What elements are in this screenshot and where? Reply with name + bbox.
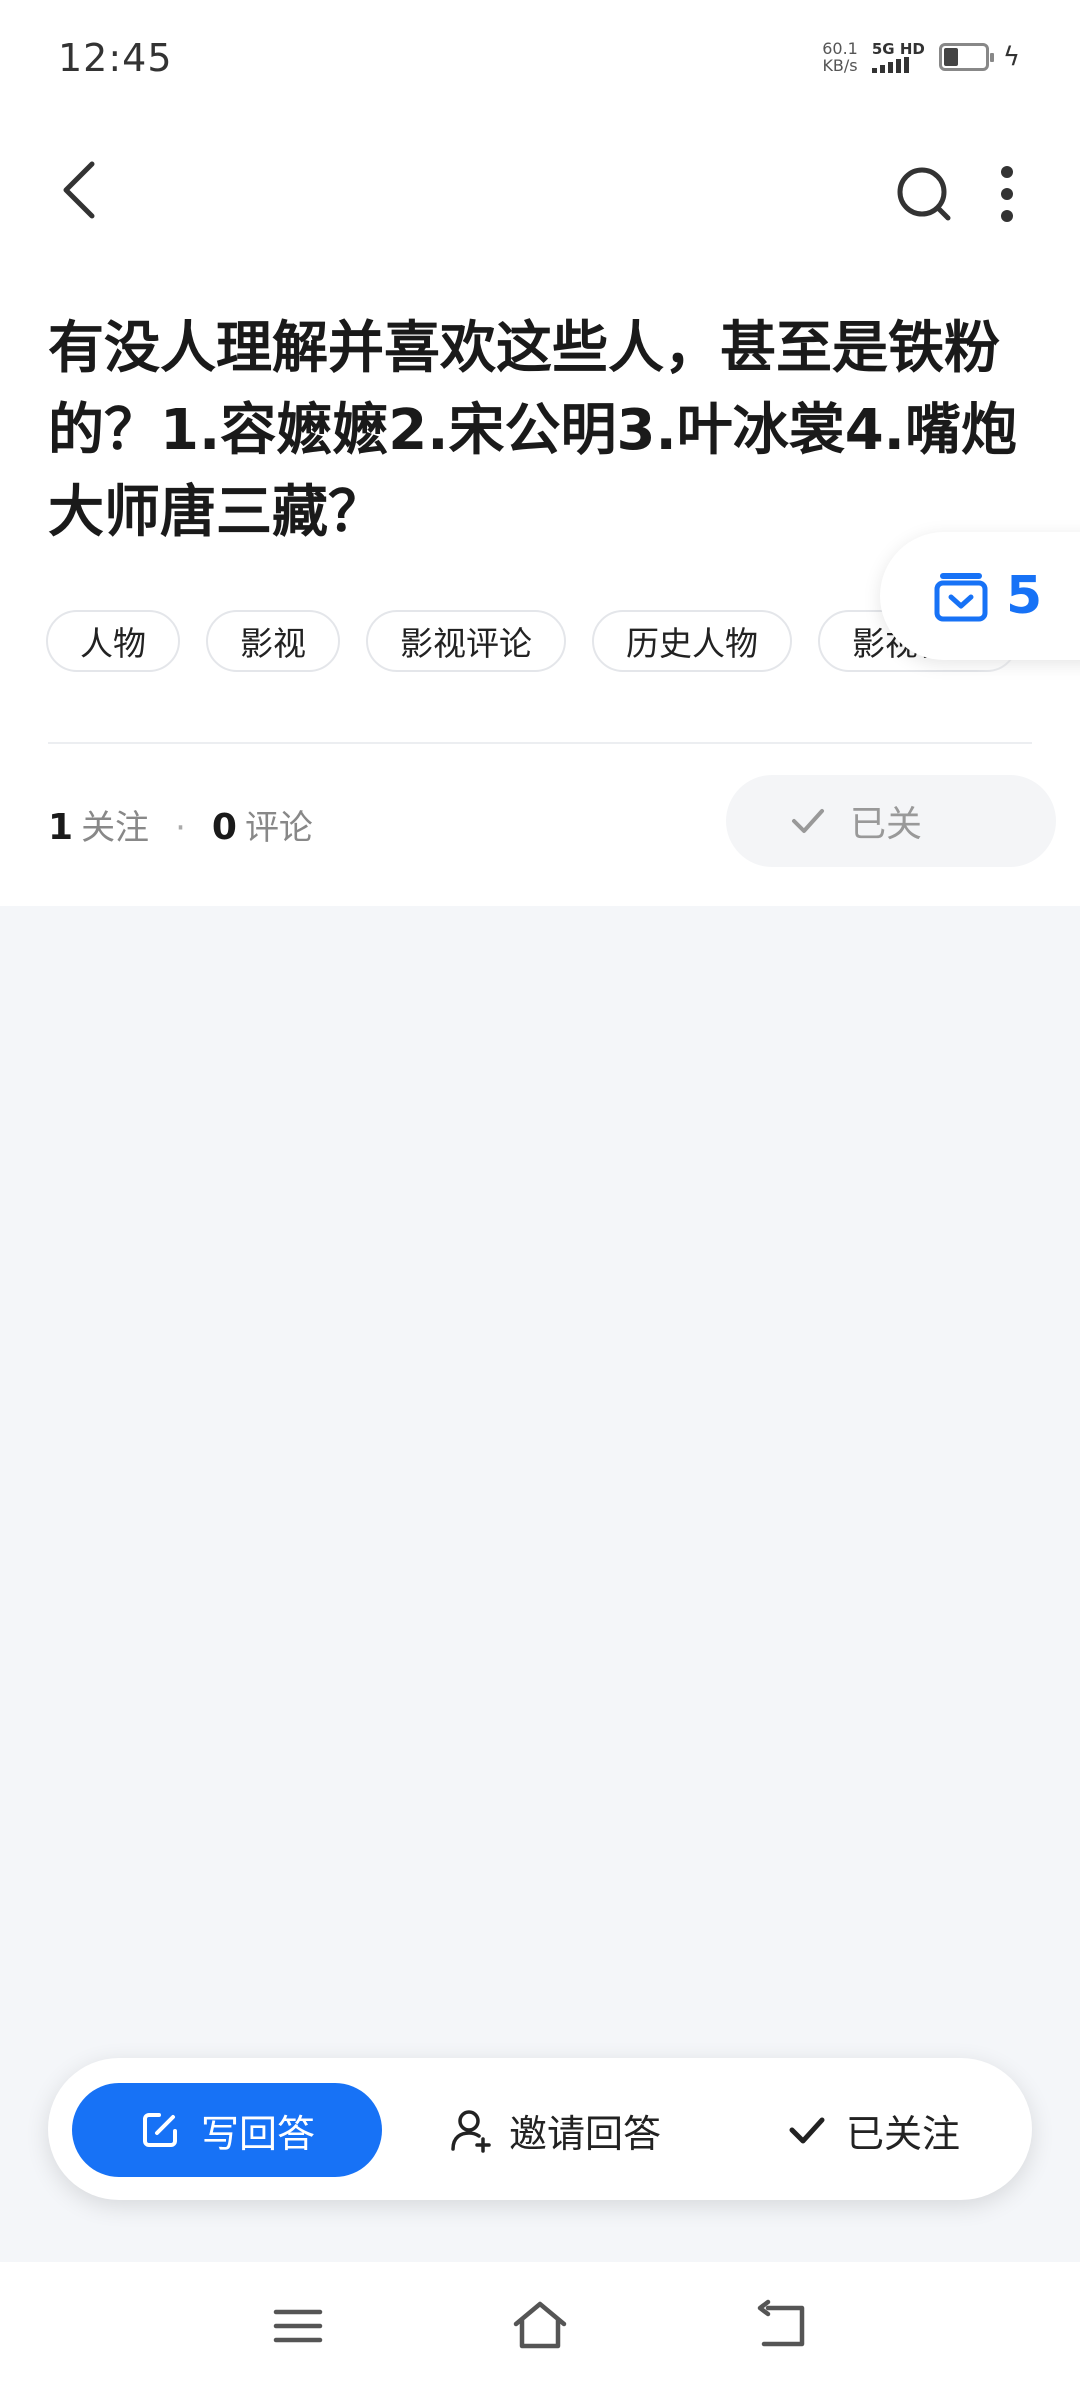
- check-icon: [792, 809, 824, 833]
- charging-icon: ϟ: [1002, 42, 1020, 72]
- followed-pill-label: 已关: [850, 804, 923, 845]
- write-answer-label: 写回答: [200, 2111, 315, 2156]
- edit-icon: [142, 2113, 177, 2147]
- status-time: 12:45: [58, 36, 173, 80]
- search-icon: [897, 167, 951, 221]
- menu-icon: [273, 2309, 323, 2343]
- search-button[interactable]: [890, 158, 960, 228]
- comment-label[interactable]: 评论: [245, 800, 313, 849]
- followed-label: 已关注: [845, 2111, 960, 2156]
- followed-button[interactable]: 已关注: [748, 2083, 998, 2177]
- nav-home-button[interactable]: [512, 2298, 568, 2354]
- signal-bars-icon: [871, 57, 909, 73]
- back-icon: [757, 2299, 805, 2347]
- battery-icon: [938, 43, 994, 71]
- comment-count: 0: [211, 807, 237, 848]
- network-speed: 60.1 KB/s: [822, 40, 858, 74]
- question-stats: 1 关注 · 0 评论: [48, 800, 313, 849]
- network-speed-value: 60.1: [822, 39, 858, 58]
- bottom-action-bar: 写回答 邀请回答 已关注: [48, 2058, 1032, 2200]
- network-speed-unit: KB/s: [822, 56, 858, 75]
- invite-user-icon: [451, 2110, 491, 2153]
- follow-count: 1: [48, 807, 74, 848]
- stats-separator: ·: [175, 808, 186, 848]
- question-title: 有没人理解并喜欢这些人，甚至是铁粉的？1.容嬷嬷2.宋公明3.叶冰裳4.嘴炮大师…: [48, 316, 1017, 545]
- nav-menu-button[interactable]: [270, 2298, 326, 2354]
- check-icon: [789, 2117, 825, 2144]
- signal-label: 5G HD: [871, 40, 925, 58]
- more-vertical-icon: [1001, 166, 1013, 222]
- invite-answer-label: 邀请回答: [508, 2111, 661, 2156]
- write-answer-button[interactable]: 写回答: [72, 2083, 382, 2177]
- topic-tag[interactable]: 影视: [206, 610, 340, 672]
- floating-badge-count: 5: [1006, 566, 1043, 626]
- chevron-left-icon: [63, 161, 95, 219]
- topic-tag[interactable]: 历史人物: [592, 610, 792, 672]
- floating-inbox-badge[interactable]: 5: [880, 532, 1080, 660]
- invite-answer-button[interactable]: 邀请回答: [430, 2083, 680, 2177]
- topic-tag[interactable]: 影视评论: [366, 610, 566, 672]
- home-icon: [513, 2301, 567, 2349]
- system-navigation-bar: [0, 2262, 1080, 2388]
- top-app-bar: [0, 120, 1080, 260]
- signal-indicator: 5G HD: [871, 40, 925, 73]
- inbox-check-icon: [934, 573, 988, 622]
- followed-pill-button[interactable]: 已关: [726, 775, 1056, 867]
- divider: [48, 742, 1032, 744]
- nav-back-button[interactable]: [754, 2298, 810, 2354]
- status-bar: 12:45 60.1 KB/s 5G HD ϟ: [0, 0, 1080, 120]
- status-indicators: 60.1 KB/s 5G HD ϟ: [822, 40, 1020, 74]
- follow-label[interactable]: 关注: [81, 800, 149, 849]
- more-options-button[interactable]: [985, 158, 1029, 228]
- question-page: 12:45 60.1 KB/s 5G HD ϟ 有没人理解并喜欢这些人，甚至是铁…: [0, 0, 1080, 2388]
- back-button[interactable]: [52, 150, 112, 230]
- topic-tag[interactable]: 人物: [46, 610, 180, 672]
